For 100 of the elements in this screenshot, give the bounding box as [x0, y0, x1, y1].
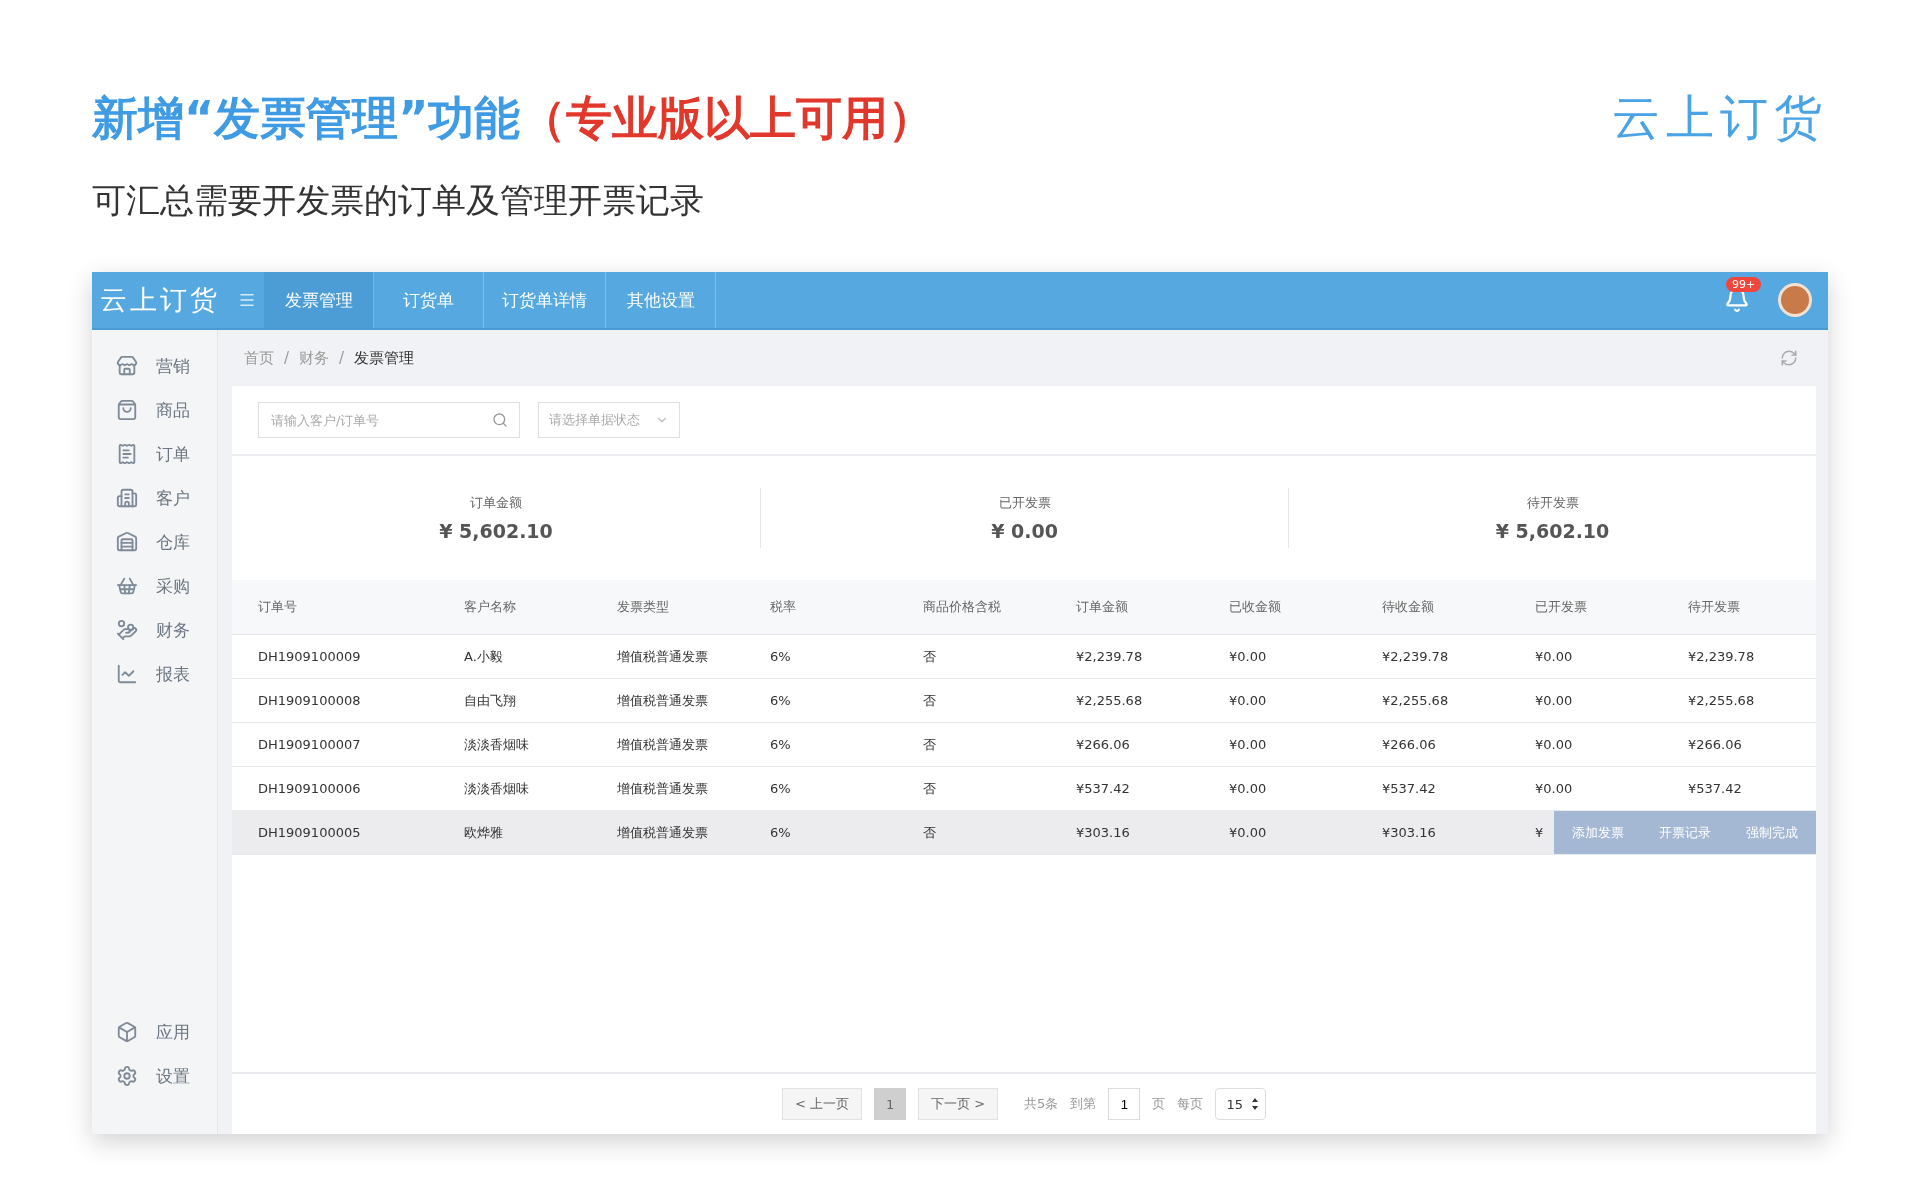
summary-label: 待开发票 — [1526, 494, 1579, 512]
table-cell: 欧烨雅 — [464, 823, 503, 842]
table-cell: DH1909100008 — [258, 693, 361, 708]
table-cell: ¥2,255.68 — [1076, 693, 1143, 708]
column-header: 客户名称 — [464, 598, 517, 616]
warehouse-icon — [116, 531, 138, 553]
table-cell: 否 — [923, 691, 936, 710]
table-cell: ¥0.00 — [1535, 781, 1573, 796]
column-header: 已开发票 — [1535, 598, 1588, 616]
table-cell: ¥266.06 — [1382, 737, 1436, 752]
sidebar-item[interactable]: 应用 — [156, 1020, 190, 1044]
sidebar-item[interactable]: 营销 — [156, 354, 190, 378]
refresh-icon[interactable] — [1780, 349, 1798, 367]
page-input[interactable]: 1 — [1108, 1088, 1141, 1120]
sidebar-item[interactable]: 客户 — [156, 486, 190, 510]
column-header: 已收金额 — [1229, 598, 1282, 616]
nav-tab[interactable]: 其他设置 — [606, 272, 716, 328]
table-cell: ¥2,239.78 — [1382, 649, 1449, 664]
avatar[interactable] — [1778, 283, 1812, 317]
table-cell: 增值税普通发票 — [617, 779, 708, 798]
table-cell: ¥2,239.78 — [1076, 649, 1143, 664]
table-cell: ¥0.00 — [1229, 737, 1267, 752]
table-cell: ¥0.00 — [1229, 649, 1267, 664]
breadcrumb-separator: / — [339, 349, 345, 367]
table-cell: ¥266.06 — [1688, 737, 1742, 752]
table-cell: DH1909100009 — [258, 649, 361, 664]
table-cell: ¥537.42 — [1382, 781, 1436, 796]
table-cell: 自由飞翔 — [464, 691, 516, 710]
table-cell: 否 — [923, 779, 936, 798]
column-header: 商品价格含税 — [923, 598, 1002, 616]
table-cell: 增值税普通发票 — [617, 647, 708, 666]
breadcrumb-item[interactable]: 首页 — [244, 348, 274, 368]
table-cell: 6% — [770, 825, 791, 840]
status-dropdown[interactable]: 请选择单据状态 — [538, 402, 680, 438]
sidebar-item[interactable]: 报表 — [156, 662, 190, 686]
table-cell: ¥2,255.68 — [1382, 693, 1449, 708]
summary-value: ¥ 5,602.10 — [439, 520, 553, 542]
goto-label: 到第 — [1070, 1095, 1097, 1113]
headline: 新增“发票管理”功能（专业版以上可用） — [92, 90, 935, 147]
table-cell: 淡淡香烟味 — [464, 735, 529, 754]
column-header: 待开发票 — [1688, 598, 1741, 616]
sidebar-item[interactable]: 采购 — [156, 574, 190, 598]
nav-tab[interactable]: 订货单详情 — [484, 272, 606, 328]
summary-label: 已开发票 — [998, 494, 1051, 512]
table-cell: ¥2,239.78 — [1688, 649, 1755, 664]
prev-page-button[interactable]: < 上一页 — [782, 1088, 863, 1120]
table-cell: ¥0.00 — [1229, 825, 1267, 840]
table-cell: 增值税普通发票 — [617, 823, 708, 842]
table-cell: 6% — [770, 781, 791, 796]
breadcrumb-separator: / — [284, 349, 290, 367]
table-cell: 否 — [923, 735, 936, 754]
table-cell: 6% — [770, 737, 791, 752]
column-header: 待收金额 — [1382, 598, 1435, 616]
breadcrumb-item[interactable]: 财务 — [299, 348, 330, 368]
column-header: 订单金额 — [1076, 598, 1129, 616]
table-cell: 否 — [923, 647, 936, 666]
column-header: 订单号 — [258, 598, 298, 616]
sidebar-item[interactable]: 财务 — [156, 618, 190, 642]
summary-value: ¥ 0.00 — [991, 520, 1058, 542]
table-cell: DH1909100005 — [258, 825, 361, 840]
table-cell: ¥0.00 — [1229, 693, 1267, 708]
total-count: 共5条 — [1024, 1095, 1059, 1113]
table-cell: 否 — [923, 823, 936, 842]
table-cell: ¥266.06 — [1076, 737, 1130, 752]
settings-icon — [116, 1065, 138, 1087]
cube-icon — [116, 1021, 138, 1043]
subtitle: 可汇总需要开发票的订单及管理开票记录 — [92, 179, 705, 222]
search-field[interactable]: 请输入客户/订单号 — [258, 402, 520, 438]
nav-tab[interactable]: 订货单 — [374, 272, 484, 328]
table-cell: A.小毅 — [464, 647, 503, 666]
sidebar-item[interactable]: 仓库 — [156, 530, 190, 554]
table-cell: ¥0.00 — [1229, 781, 1267, 796]
sort-arrows-icon — [1250, 1097, 1259, 1111]
table-cell: 淡淡香烟味 — [464, 779, 529, 798]
sidebar-item[interactable]: 订单 — [156, 442, 190, 466]
table-cell: ¥2,255.68 — [1688, 693, 1755, 708]
table-cell: 增值税普通发票 — [617, 735, 708, 754]
page-button[interactable]: 1 — [874, 1088, 907, 1120]
breadcrumb-item[interactable]: 发票管理 — [354, 348, 415, 368]
summary-value: ¥ 5,602.10 — [1495, 520, 1610, 542]
column-header: 发票类型 — [617, 598, 670, 616]
nav-tab[interactable]: 发票管理 — [264, 272, 374, 328]
receipt-icon — [116, 443, 138, 465]
notification-badge: 99+ — [1726, 277, 1762, 292]
menu-icon[interactable] — [238, 291, 256, 309]
per-page-select[interactable]: 15 — [1215, 1088, 1266, 1120]
table-cell: ¥303.16 — [1382, 825, 1436, 840]
basket-icon — [116, 575, 138, 597]
sidebar-item[interactable]: 设置 — [156, 1064, 190, 1088]
page-unit: 页 — [1152, 1095, 1166, 1113]
store-icon — [116, 355, 138, 377]
table-cell: 6% — [770, 693, 791, 708]
table-cell: 6% — [770, 649, 791, 664]
table-cell: ¥ — [1535, 825, 1544, 840]
next-page-button[interactable]: 下一页 > — [918, 1088, 999, 1120]
table-cell: 增值税普通发票 — [617, 691, 708, 710]
app-logo: 云上订货 — [99, 283, 221, 317]
per-page-label: 每页 — [1177, 1095, 1204, 1113]
sidebar-item[interactable]: 商品 — [156, 398, 190, 422]
table-cell: ¥0.00 — [1535, 737, 1573, 752]
